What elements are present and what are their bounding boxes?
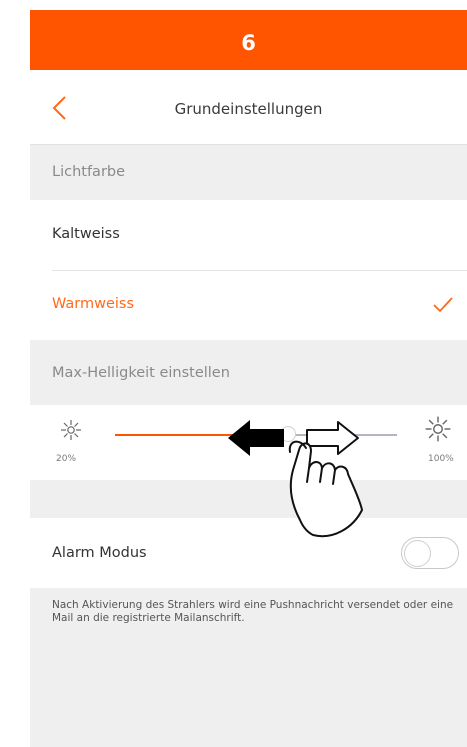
sun-large-icon	[425, 416, 451, 442]
slider-fill	[115, 434, 288, 436]
step-banner: 6	[30, 10, 467, 70]
section-label-light-color: Lichtfarbe	[52, 164, 126, 180]
checkmark-icon	[433, 297, 453, 313]
nav-bar: Grundeinstellungen	[30, 70, 467, 145]
brightness-min-label: 20%	[56, 454, 77, 464]
step-number: 6	[241, 31, 256, 55]
brightness-slider[interactable]	[115, 426, 397, 442]
slider-track	[288, 434, 397, 436]
section-light-color: Lichtfarbe	[30, 145, 467, 200]
option-label: Warmweiss	[52, 296, 135, 312]
light-color-options: Kaltweiss Warmweiss	[30, 200, 467, 340]
section-spacer	[30, 480, 467, 518]
option-warmweiss[interactable]: Warmweiss	[30, 271, 467, 340]
alarm-row: Alarm Modus	[30, 518, 467, 588]
option-label: Kaltweiss	[52, 226, 120, 242]
slider-thumb[interactable]	[280, 426, 296, 442]
option-kaltweiss[interactable]: Kaltweiss	[30, 200, 467, 270]
sun-small-icon	[61, 420, 81, 440]
section-brightness: Max-Helligkeit einstellen	[30, 340, 467, 405]
alarm-label: Alarm Modus	[52, 545, 147, 561]
section-label-brightness: Max-Helligkeit einstellen	[52, 365, 230, 381]
alarm-toggle[interactable]	[401, 537, 459, 569]
brightness-slider-row: 20% 100%	[30, 405, 467, 480]
brightness-max-label: 100%	[428, 454, 454, 464]
page-title: Grundeinstellungen	[174, 100, 323, 118]
alarm-info-text: Nach Aktivierung des Strahlers wird eine…	[52, 599, 454, 624]
app-screen: 6 Grundeinstellungen Lichtfarbe Kaltweis…	[30, 10, 467, 747]
toggle-knob	[404, 540, 431, 567]
